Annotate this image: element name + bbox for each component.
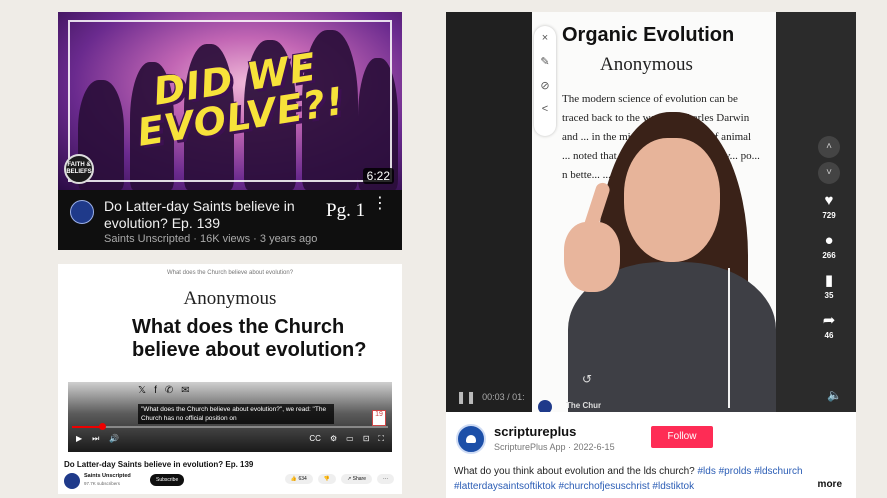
more-link[interactable]: more [818,479,842,490]
previous-video-icon[interactable]: ˄ [818,136,840,158]
whatsapp-icon[interactable]: ✆ [165,385,173,396]
page-label: Pg. 1 [326,200,366,221]
channel-name[interactable]: Saints Unscripted [84,473,131,479]
creator-face [624,138,720,262]
scrubber-handle[interactable] [99,423,106,430]
share-icon[interactable]: ➦ [823,312,836,329]
close-icon[interactable]: × [542,32,548,44]
post-description: What do you think about evolution and th… [454,464,844,494]
hashtags-line-2[interactable]: #latterdaysaintsoftiktok #churchofjesusc… [454,481,694,492]
next-icon[interactable]: ⏭ [92,434,99,444]
share-icon[interactable]: < [542,103,548,115]
video-title: Do Latter-day Saints believe in evolutio… [64,460,254,469]
volume-icon[interactable]: 🔈 [827,388,842,402]
x-icon[interactable]: 𝕏 [138,385,146,396]
tiktok-video[interactable]: Organic Evolution Anonymous The modern s… [446,12,856,412]
subscribe-button[interactable]: Subscribe [150,474,185,486]
faith-beliefs-logo: FAITH & BELIEFS [64,154,94,184]
cast-icon[interactable]: ⊡ [363,434,370,444]
video-thumbnail[interactable]: DID WE EVOLVE?! FAITH & BELIEFS 6:22 [58,12,402,190]
author-label: Anonymous [183,288,277,309]
share-count: 46 [824,331,834,340]
more-button[interactable]: ··· [377,474,394,484]
video-title[interactable]: Do Latter-day Saints believe in evolutio… [104,198,314,232]
pause-icon[interactable]: ❚❚ [456,390,476,404]
peek-text: The Chur [566,401,602,410]
youtube-video-card[interactable]: DID WE EVOLVE?! FAITH & BELIEFS 6:22 Do … [58,12,402,250]
description-text: What do you think about evolution and th… [454,466,698,477]
like-count: 729 [822,211,836,220]
save-count: 35 [824,291,834,300]
article-title: Organic Evolution [562,24,735,46]
email-icon[interactable]: ✉ [181,385,189,396]
earphone-cable [728,268,730,408]
peek-avatar [538,400,552,412]
fullscreen-icon[interactable]: ⛶ [378,434,384,444]
dislike-button[interactable]: 👎 [317,474,337,484]
hashtags-line-1[interactable]: #lds #prolds #ldschurch [698,466,803,477]
article-toolbar: × ✎ ⊘ < [534,26,556,136]
video-actions: 👍 634 👎 ↗ Share ··· [284,474,394,484]
settings-icon[interactable]: ⚙ [330,434,337,444]
church-article-page: What does the Church believe about evolu… [58,264,402,494]
calendar-badge: 19 [372,410,386,426]
play-icon[interactable]: ▶ [76,434,82,444]
volume-icon[interactable]: 🔊 [109,434,119,444]
follow-button[interactable]: Follow [651,426,713,448]
page-title: What does the Church believe about evolu… [132,316,367,361]
player-controls-left: ▶ ⏭ 🔊 [76,434,119,444]
creator-info: ScripturePlus App · 2022-6-15 [494,442,615,452]
creator-figure [558,112,776,412]
comment-count: 266 [822,251,836,260]
comment-icon[interactable]: ● [824,232,833,249]
video-scrubber[interactable] [72,423,388,430]
scrubber-progress [72,426,102,428]
playback-bar: ❚❚ 00:03 / 01: [456,390,525,404]
channel-avatar[interactable] [70,200,94,224]
channel-avatar[interactable] [64,473,80,489]
share-icons: 𝕏 f ✆ ✉ [138,385,190,396]
block-icon[interactable]: ⊘ [540,79,549,92]
playback-time: 00:03 / 01: [482,392,525,402]
video-meta: Saints Unscripted · 16K views · 3 years … [104,233,318,245]
player-controls-right: CC ⚙ ▭ ⊡ ⛶ [309,434,384,444]
captions-icon[interactable]: CC [309,434,321,444]
creator-hand [564,222,620,292]
article-author: Anonymous [600,54,693,75]
action-rail: ♥ 729 ● 266 ▮ 35 ➦ 46 [812,192,846,352]
edit-icon[interactable]: ✎ [540,55,549,68]
replay-icon[interactable]: ↺ [582,372,592,386]
facebook-icon[interactable]: f [154,385,157,396]
theater-icon[interactable]: ▭ [346,434,354,444]
subscriber-count: 97.7K subscribers [84,481,121,486]
share-button[interactable]: ↗ Share [341,474,372,484]
bookmark-icon[interactable]: ▮ [825,272,833,289]
page-breadcrumb: What does the Church believe about evolu… [166,270,294,276]
like-button[interactable]: 👍 634 [284,474,313,484]
heart-icon[interactable]: ♥ [825,192,834,209]
next-video-icon[interactable]: ˅ [818,162,840,184]
duration-badge: 6:22 [362,168,394,184]
video-caption: "What does the Church believe about evol… [138,404,334,424]
creator-avatar[interactable] [456,424,486,454]
more-options-icon[interactable]: ⋮ [372,196,388,212]
embedded-video-player[interactable]: 𝕏 f ✆ ✉ "What does the Church believe ab… [68,382,392,452]
creator-username[interactable]: scriptureplus [494,424,576,439]
tiktok-post: Organic Evolution Anonymous The modern s… [446,12,856,498]
